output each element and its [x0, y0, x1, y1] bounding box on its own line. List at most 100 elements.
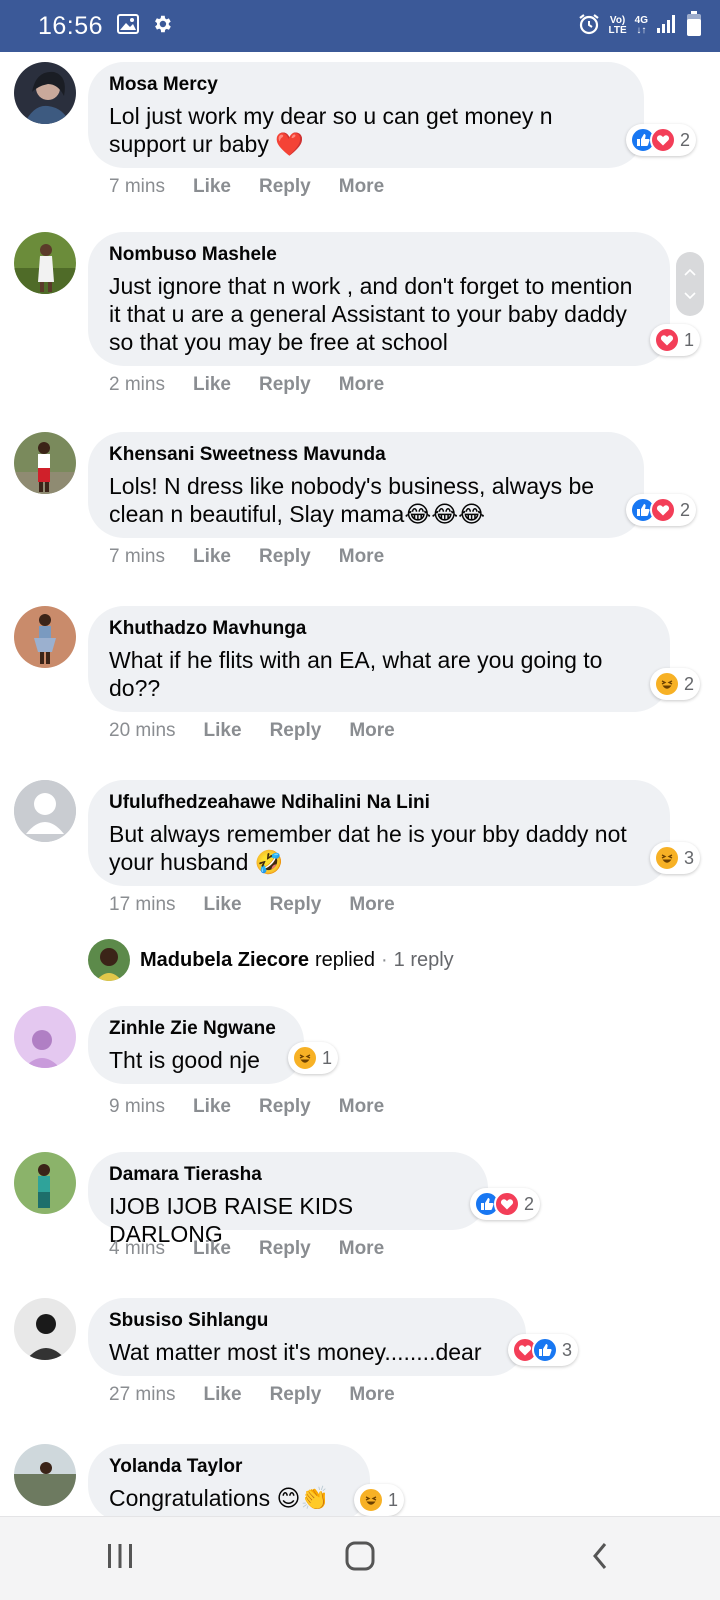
volte-line2: LTE	[608, 25, 627, 36]
reply-button[interactable]: Reply	[259, 546, 311, 568]
like-button[interactable]: Like	[204, 1384, 242, 1406]
more-button[interactable]: More	[339, 374, 384, 396]
comment-author[interactable]: Zinhle Zie Ngwane	[109, 1018, 284, 1040]
avatar[interactable]	[14, 432, 76, 494]
comment-time[interactable]: 20 mins	[109, 720, 176, 742]
avatar[interactable]	[14, 780, 76, 842]
avatar[interactable]	[14, 1152, 76, 1214]
comment-text: But always remember dat he is your bby d…	[109, 821, 627, 875]
reaction-summary[interactable]: 3	[650, 842, 701, 874]
comment-text: Just ignore that n work , and don't forg…	[109, 273, 633, 355]
avatar[interactable]	[14, 62, 76, 124]
more-button[interactable]: More	[339, 1238, 384, 1260]
like-button[interactable]: Like	[204, 894, 242, 916]
comment-time[interactable]: 2 mins	[109, 374, 165, 396]
reaction-summary[interactable]: 2	[626, 124, 697, 156]
like-button[interactable]: Like	[193, 1096, 231, 1118]
more-button[interactable]: More	[339, 1096, 384, 1118]
reply-count[interactable]: 1 reply	[394, 949, 454, 972]
reply-button[interactable]: Reply	[259, 374, 311, 396]
avatar[interactable]	[14, 1444, 76, 1506]
comment-bubble[interactable]: Zinhle Zie Ngwane Tht is good nje	[88, 1006, 304, 1084]
more-button[interactable]: More	[349, 720, 394, 742]
chevron-down-icon	[684, 287, 696, 305]
comment-bubble[interactable]: Yolanda Taylor Congratulations 😊👏	[88, 1444, 370, 1516]
reaction-count: 3	[562, 1339, 573, 1360]
comment-time[interactable]: 9 mins	[109, 1096, 165, 1118]
love-reaction-icon	[494, 1191, 520, 1217]
comments-feed[interactable]: Mosa Mercy Lol just work my dear so u ca…	[0, 52, 720, 1516]
reaction-summary[interactable]: 3	[508, 1334, 579, 1366]
comment-author[interactable]: Mosa Mercy	[109, 74, 624, 96]
replies-row[interactable]: Madubela Ziecore replied · 1 reply	[88, 939, 454, 981]
scroll-handle[interactable]	[676, 252, 704, 316]
reply-separator: ·	[380, 948, 388, 971]
avatar[interactable]	[14, 1298, 76, 1360]
comment-time[interactable]: 4 mins	[109, 1238, 165, 1260]
reaction-summary[interactable]: 2	[626, 494, 697, 526]
more-button[interactable]: More	[339, 546, 384, 568]
comment-time[interactable]: 7 mins	[109, 546, 165, 568]
recents-button[interactable]	[80, 1529, 160, 1589]
signal-icon	[656, 14, 678, 39]
reply-avatar[interactable]	[88, 939, 130, 981]
reaction-summary[interactable]: 2	[650, 668, 701, 700]
comment-actions: 2 mins Like Reply More	[109, 374, 412, 396]
comment-author[interactable]: Damara Tierasha	[109, 1164, 468, 1186]
avatar[interactable]	[14, 606, 76, 668]
comment-author[interactable]: Nombuso Mashele	[109, 244, 650, 266]
comment-time[interactable]: 7 mins	[109, 176, 165, 198]
back-button[interactable]	[560, 1529, 640, 1589]
avatar[interactable]	[14, 232, 76, 294]
comment-time[interactable]: 17 mins	[109, 894, 176, 916]
like-button[interactable]: Like	[193, 374, 231, 396]
reply-button[interactable]: Reply	[270, 1384, 322, 1406]
recents-icon	[105, 1542, 135, 1575]
more-button[interactable]: More	[339, 176, 384, 198]
reply-button[interactable]: Reply	[259, 1238, 311, 1260]
love-reaction-icon	[654, 327, 680, 353]
reply-button[interactable]: Reply	[270, 720, 322, 742]
comment-actions: 27 mins Like Reply More	[109, 1384, 423, 1406]
comment-bubble[interactable]: Khensani Sweetness Mavunda Lols! N dress…	[88, 432, 644, 538]
comment-bubble[interactable]: Ufulufhedzeahawe Ndihalini Na Lini But a…	[88, 780, 670, 886]
comment-author[interactable]: Khuthadzo Mavhunga	[109, 618, 650, 640]
home-button[interactable]	[320, 1529, 400, 1589]
more-button[interactable]: More	[349, 1384, 394, 1406]
comment-text: What if he flits with an EA, what are yo…	[109, 647, 603, 701]
comment-bubble[interactable]: Damara Tierasha IJOB IJOB RAISE KIDS DAR…	[88, 1152, 488, 1247]
comment-time[interactable]: 27 mins	[109, 1384, 176, 1406]
comment-actions: 7 mins Like Reply More	[109, 176, 412, 198]
reply-button[interactable]: Reply	[259, 1096, 311, 1118]
like-button[interactable]: Like	[193, 176, 231, 198]
comment-bubble[interactable]: Mosa Mercy Lol just work my dear so u ca…	[88, 62, 644, 168]
comment-actions: 17 mins Like Reply More	[109, 894, 423, 916]
reaction-summary[interactable]: 1	[288, 1042, 339, 1074]
comment-author[interactable]: Ufulufhedzeahawe Ndihalini Na Lini	[109, 792, 650, 814]
comment-bubble[interactable]: Sbusiso Sihlangu Wat matter most it's mo…	[88, 1298, 526, 1376]
reply-button[interactable]: Reply	[259, 176, 311, 198]
comment-bubble[interactable]: Khuthadzo Mavhunga What if he flits with…	[88, 606, 670, 712]
reply-author[interactable]: Madubela Ziecore	[140, 949, 309, 972]
comment-author[interactable]: Khensani Sweetness Mavunda	[109, 444, 624, 466]
avatar[interactable]	[14, 1006, 76, 1068]
comment-actions: 9 mins Like Reply More	[109, 1096, 412, 1118]
comment-author[interactable]: Sbusiso Sihlangu	[109, 1310, 506, 1332]
reply-button[interactable]: Reply	[270, 894, 322, 916]
comment-text: Lols! N dress like nobody's business, al…	[109, 473, 595, 527]
more-button[interactable]: More	[349, 894, 394, 916]
reaction-summary[interactable]: 1	[650, 324, 701, 356]
like-button[interactable]: Like	[193, 1238, 231, 1260]
reaction-summary[interactable]: 1	[354, 1484, 405, 1516]
like-button[interactable]: Like	[204, 720, 242, 742]
status-right-icons: Vo) LTE 4G ↓↑	[577, 10, 703, 42]
comment-bubble[interactable]: Nombuso Mashele Just ignore that n work …	[88, 232, 670, 366]
love-reaction-icon	[650, 127, 676, 153]
reaction-summary[interactable]: 2	[470, 1188, 541, 1220]
like-reaction-icon	[532, 1337, 558, 1363]
alarm-icon	[577, 12, 601, 41]
like-button[interactable]: Like	[193, 546, 231, 568]
comment-author[interactable]: Yolanda Taylor	[109, 1456, 350, 1478]
comment-actions: 20 mins Like Reply More	[109, 720, 423, 742]
reaction-count: 1	[684, 329, 695, 350]
